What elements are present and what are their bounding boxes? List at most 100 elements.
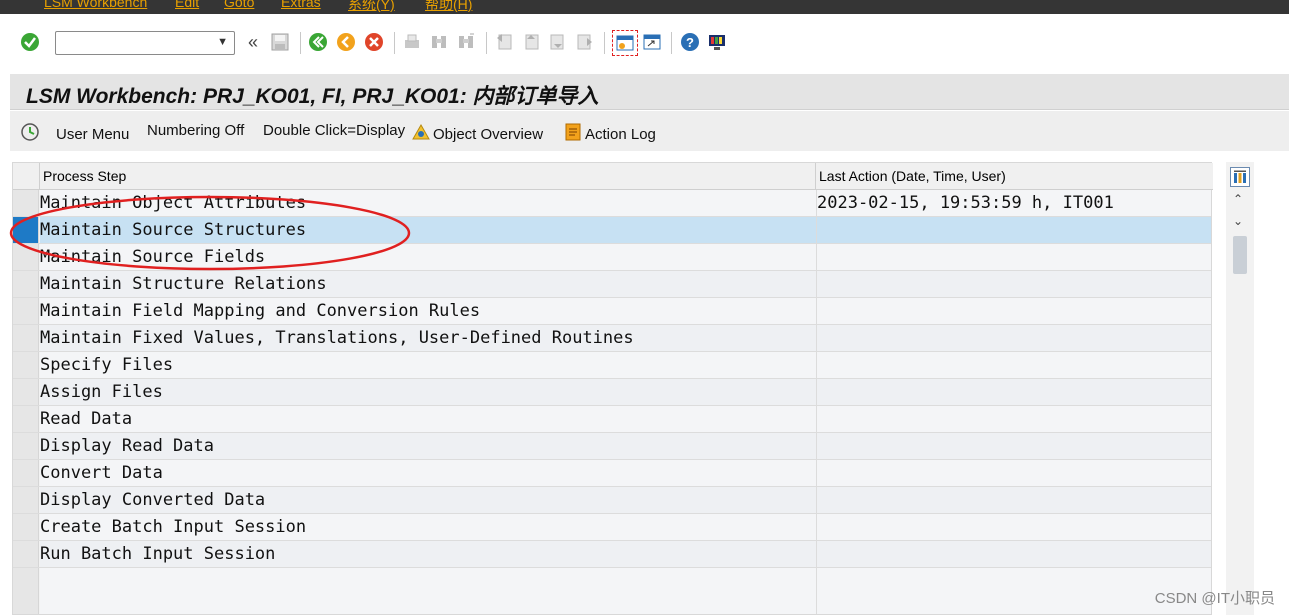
menu-system[interactable]: 系统(Y) bbox=[348, 0, 395, 14]
column-divider bbox=[815, 163, 816, 190]
find-next-icon[interactable] bbox=[456, 32, 476, 52]
first-page-icon[interactable] bbox=[494, 32, 514, 52]
enter-check-icon[interactable] bbox=[20, 32, 40, 52]
application-toolbar: User Menu Numbering Off Double Click=Dis… bbox=[10, 111, 1289, 151]
row-selector[interactable] bbox=[13, 352, 39, 378]
row-selector[interactable] bbox=[13, 244, 39, 270]
selector-divider bbox=[39, 163, 40, 190]
menu-lsm-workbench[interactable]: LSM Workbench bbox=[44, 0, 147, 10]
menu-extras[interactable]: Extras bbox=[281, 0, 321, 10]
table-row[interactable]: Maintain Fixed Values, Translations, Use… bbox=[13, 325, 1211, 352]
row-selector[interactable] bbox=[13, 514, 39, 540]
find-icon[interactable] bbox=[429, 32, 449, 52]
toolbar-separator bbox=[300, 32, 301, 54]
numbering-off-button[interactable]: Numbering Off bbox=[147, 122, 244, 139]
table-row[interactable]: Run Batch Input Session bbox=[13, 541, 1211, 568]
process-step-cell[interactable]: Assign Files bbox=[40, 379, 816, 405]
process-step-cell[interactable]: Maintain Source Structures bbox=[40, 217, 816, 243]
help-icon[interactable]: ? bbox=[680, 32, 700, 52]
customize-icon[interactable] bbox=[707, 32, 727, 52]
row-selector[interactable] bbox=[13, 379, 39, 405]
column-header-process-step[interactable]: Process Step bbox=[43, 168, 126, 184]
table-row[interactable]: Specify Files bbox=[13, 352, 1211, 379]
last-action-cell bbox=[816, 271, 1211, 297]
scroll-up-icon[interactable]: ⌃ bbox=[1233, 192, 1243, 206]
last-action-cell bbox=[816, 217, 1211, 243]
save-icon[interactable] bbox=[270, 32, 290, 52]
last-action-cell bbox=[816, 379, 1211, 405]
table-body: Maintain Object Attributes 2023-02-15, 19… bbox=[13, 190, 1213, 614]
row-selector[interactable] bbox=[13, 406, 39, 432]
process-step-cell[interactable]: Maintain Object Attributes bbox=[40, 190, 816, 216]
process-step-cell[interactable]: Display Read Data bbox=[40, 433, 816, 459]
log-icon bbox=[563, 122, 583, 146]
object-overview-button[interactable]: Object Overview bbox=[411, 122, 543, 146]
double-click-display-button[interactable]: Double Click=Display bbox=[263, 122, 405, 139]
title-bar: LSM Workbench: PRJ_KO01, FI, PRJ_KO01: 内… bbox=[10, 74, 1289, 110]
cancel-icon[interactable] bbox=[364, 32, 384, 52]
object-overview-label: Object Overview bbox=[433, 125, 544, 143]
table-row[interactable]: Display Read Data bbox=[13, 433, 1211, 460]
process-step-cell[interactable]: Create Batch Input Session bbox=[40, 514, 816, 540]
last-action-cell bbox=[816, 298, 1211, 324]
scroll-thumb[interactable] bbox=[1233, 236, 1247, 274]
row-selector[interactable] bbox=[13, 217, 39, 243]
process-step-cell[interactable]: Maintain Source Fields bbox=[40, 244, 816, 270]
empty-cell bbox=[40, 568, 816, 614]
row-selector[interactable] bbox=[13, 487, 39, 513]
back-icon[interactable] bbox=[308, 32, 328, 52]
table-row[interactable]: Display Converted Data bbox=[13, 487, 1211, 514]
row-selector[interactable] bbox=[13, 271, 39, 297]
menu-help[interactable]: 帮助(H) bbox=[425, 0, 472, 14]
create-session-icon[interactable] bbox=[612, 30, 638, 56]
prev-page-icon[interactable] bbox=[521, 32, 541, 52]
user-menu-button[interactable]: User Menu bbox=[20, 122, 129, 146]
row-selector[interactable] bbox=[13, 325, 39, 351]
process-step-cell[interactable]: Specify Files bbox=[40, 352, 816, 378]
process-step-cell[interactable]: Display Converted Data bbox=[40, 487, 816, 513]
table-scrollbar[interactable]: ⌃ ⌄ bbox=[1226, 162, 1254, 615]
action-log-label: Action Log bbox=[585, 125, 656, 143]
collapse-icon[interactable]: « bbox=[243, 32, 263, 52]
last-action-cell bbox=[816, 352, 1211, 378]
menu-edit[interactable]: Edit bbox=[175, 0, 199, 10]
table-row[interactable]: Maintain Source Fields bbox=[13, 244, 1211, 271]
row-selector[interactable] bbox=[13, 433, 39, 459]
process-step-cell[interactable]: Maintain Fixed Values, Translations, Use… bbox=[40, 325, 816, 351]
print-icon[interactable] bbox=[402, 32, 422, 52]
process-step-cell[interactable]: Convert Data bbox=[40, 460, 816, 486]
chevron-down-icon[interactable]: ▼ bbox=[217, 36, 228, 48]
row-selector[interactable] bbox=[13, 541, 39, 567]
next-page-icon[interactable] bbox=[548, 32, 568, 52]
table-row[interactable]: Maintain Field Mapping and Conversion Ru… bbox=[13, 298, 1211, 325]
process-step-cell[interactable]: Read Data bbox=[40, 406, 816, 432]
clock-settings-icon bbox=[20, 122, 42, 146]
process-step-cell[interactable]: Run Batch Input Session bbox=[40, 541, 816, 567]
toolbar-separator bbox=[604, 32, 605, 54]
row-selector[interactable] bbox=[13, 190, 39, 216]
action-log-button[interactable]: Action Log bbox=[563, 122, 656, 146]
exit-icon[interactable] bbox=[336, 32, 356, 52]
table-row[interactable]: Read Data bbox=[13, 406, 1211, 433]
row-selector[interactable] bbox=[13, 298, 39, 324]
table-row[interactable]: Maintain Source Structures bbox=[13, 217, 1211, 244]
menu-goto[interactable]: Goto bbox=[224, 0, 254, 10]
table-row[interactable]: Assign Files bbox=[13, 379, 1211, 406]
empty-rows bbox=[13, 568, 1211, 614]
table-settings-icon[interactable] bbox=[1230, 167, 1250, 187]
row-selector[interactable] bbox=[13, 460, 39, 486]
shortcut-icon[interactable] bbox=[642, 32, 662, 52]
last-action-cell bbox=[816, 406, 1211, 432]
process-step-cell[interactable]: Maintain Field Mapping and Conversion Ru… bbox=[40, 298, 816, 324]
table-row[interactable]: Maintain Structure Relations bbox=[13, 271, 1211, 298]
command-field[interactable]: ▼ bbox=[55, 31, 235, 55]
table-row[interactable]: Convert Data bbox=[13, 460, 1211, 487]
column-header-last-action[interactable]: Last Action (Date, Time, User) bbox=[819, 168, 1006, 184]
command-input[interactable] bbox=[56, 32, 206, 54]
table-row[interactable]: Maintain Object Attributes 2023-02-15, 19… bbox=[13, 190, 1211, 217]
last-action-cell bbox=[816, 244, 1211, 270]
process-step-cell[interactable]: Maintain Structure Relations bbox=[40, 271, 816, 297]
scroll-down-icon[interactable]: ⌄ bbox=[1233, 214, 1243, 228]
table-row[interactable]: Create Batch Input Session bbox=[13, 514, 1211, 541]
last-page-icon[interactable] bbox=[575, 32, 595, 52]
